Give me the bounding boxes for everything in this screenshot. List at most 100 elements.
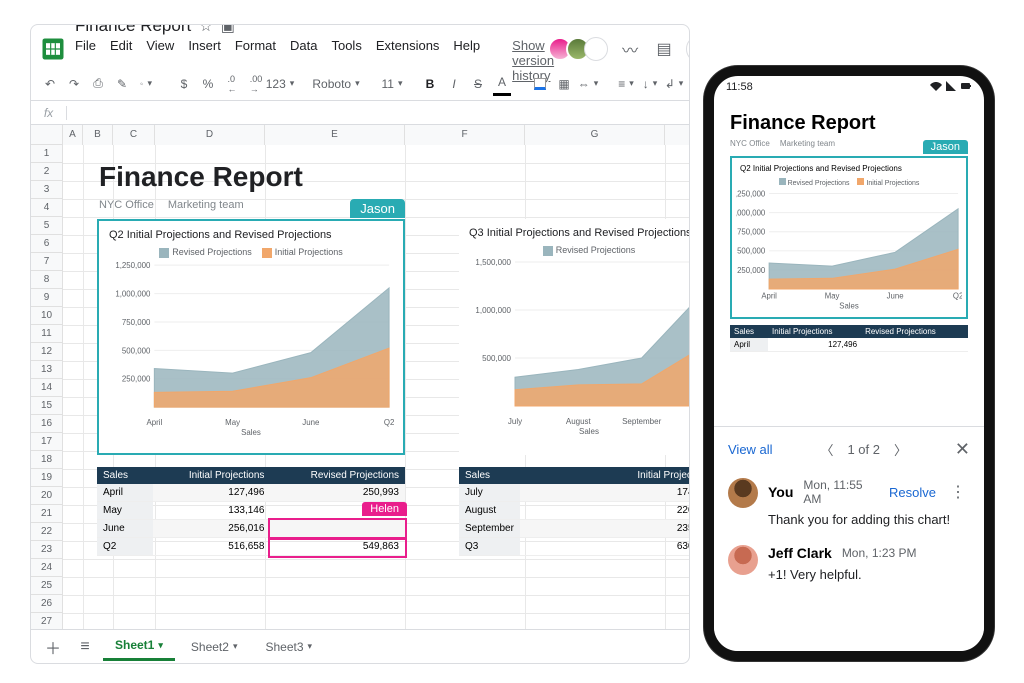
font-dropdown[interactable]: Roboto	[309, 72, 363, 96]
row-header-19[interactable]: 19	[31, 469, 63, 487]
svg-text:Sales: Sales	[241, 427, 261, 436]
row-header-17[interactable]: 17	[31, 433, 63, 451]
close-comments-icon[interactable]: ✕	[955, 439, 970, 460]
strike-button[interactable]: S	[469, 72, 487, 96]
formula-input[interactable]	[67, 101, 689, 124]
percent-button[interactable]: %	[199, 72, 217, 96]
h-align-button[interactable]: ≡	[617, 72, 635, 96]
row-header-1[interactable]: 1	[31, 145, 63, 163]
row-header-3[interactable]: 3	[31, 181, 63, 199]
row-header-22[interactable]: 22	[31, 523, 63, 541]
sheet-grid[interactable]: Finance Report NYC OfficeMarketing team …	[63, 145, 689, 629]
resolve-button[interactable]: Resolve	[889, 485, 936, 500]
svg-text:500,000: 500,000	[482, 354, 511, 363]
sheet-tab-2[interactable]: Sheet2▾	[179, 634, 250, 660]
col-header-F[interactable]: F	[405, 125, 525, 145]
row-header-26[interactable]: 26	[31, 595, 63, 613]
italic-button[interactable]: I	[445, 72, 463, 96]
row-header-12[interactable]: 12	[31, 343, 63, 361]
bold-button[interactable]: B	[421, 72, 439, 96]
svg-text:1,000,000: 1,000,000	[736, 209, 766, 218]
row-header-9[interactable]: 9	[31, 289, 63, 307]
q2-legend: Revised Projections Initial Projections	[99, 241, 403, 260]
row-header-15[interactable]: 15	[31, 397, 63, 415]
q2-table[interactable]: Sales Initial Projections Revised Projec…	[97, 467, 405, 556]
sheet-tab-3[interactable]: Sheet3▾	[253, 634, 324, 660]
activity-icon[interactable]: 〰	[618, 37, 642, 61]
col-header-B[interactable]: B	[83, 125, 113, 145]
svg-text:250,000: 250,000	[737, 266, 766, 275]
undo-icon[interactable]: ↶	[41, 72, 59, 96]
col-header-G[interactable]: G	[525, 125, 665, 145]
row-header-21[interactable]: 21	[31, 505, 63, 523]
comment-2: Jeff Clark Mon, 1:23 PM +1! Very helpful…	[728, 545, 970, 582]
row-header-24[interactable]: 24	[31, 559, 63, 577]
row-header-13[interactable]: 13	[31, 361, 63, 379]
dec-decrease-button[interactable]: .0←	[223, 72, 241, 96]
mobile-table[interactable]: SalesInitial ProjectionsRevised Projecti…	[730, 325, 968, 352]
sheets-window: Finance Report ☆ ▣ File Edit View Insert…	[30, 24, 690, 664]
comments-icon[interactable]: ▤	[652, 37, 676, 61]
wrap-button[interactable]: ↲	[665, 72, 683, 96]
print-icon[interactable]: ⎙	[89, 72, 107, 96]
comment-more-icon[interactable]: ⋮	[946, 482, 970, 502]
text-color-button[interactable]: A	[493, 72, 511, 96]
row-header-23[interactable]: 23	[31, 541, 63, 559]
v-align-button[interactable]: ↓	[641, 72, 659, 96]
dec-increase-button[interactable]: .00→	[247, 72, 265, 96]
paint-format-icon[interactable]: ✎	[113, 72, 131, 96]
svg-text:August: August	[566, 417, 592, 426]
sheet-tab-1[interactable]: Sheet1▾	[103, 632, 175, 661]
all-sheets-button[interactable]: ≡	[71, 633, 99, 661]
redo-icon[interactable]: ↷	[65, 72, 83, 96]
prev-comment-icon[interactable]: 〈	[820, 440, 833, 459]
move-to-drive-icon[interactable]: ▣	[221, 24, 235, 35]
row-header-16[interactable]: 16	[31, 415, 63, 433]
q2-chart[interactable]: Jason Q2 Initial Projections and Revised…	[97, 219, 405, 455]
formula-bar: fx	[31, 101, 689, 125]
zoom-dropdown[interactable]	[137, 72, 155, 96]
row-header-27[interactable]: 27	[31, 613, 63, 629]
row-header-14[interactable]: 14	[31, 379, 63, 397]
select-all-corner[interactable]	[31, 125, 63, 145]
comment-text: +1! Very helpful.	[768, 567, 970, 582]
row-header-25[interactable]: 25	[31, 577, 63, 595]
col-header-D[interactable]: D	[155, 125, 265, 145]
col-header-A[interactable]: A	[63, 125, 83, 145]
row-header-5[interactable]: 5	[31, 217, 63, 235]
row-header-11[interactable]: 11	[31, 325, 63, 343]
comment-author: You	[768, 484, 793, 500]
fill-color-button[interactable]	[531, 72, 549, 96]
row-header-4[interactable]: 4	[31, 199, 63, 217]
comment-time: Mon, 1:23 PM	[842, 546, 917, 560]
view-all-link[interactable]: View all	[728, 442, 773, 457]
row-header-10[interactable]: 10	[31, 307, 63, 325]
currency-button[interactable]: $	[175, 72, 193, 96]
borders-button[interactable]: ▦	[555, 72, 573, 96]
merge-button[interactable]: ⇔	[579, 72, 597, 96]
row-header-20[interactable]: 20	[31, 487, 63, 505]
meet-icon[interactable]	[686, 35, 690, 63]
number-format-dropdown[interactable]: 123	[271, 72, 289, 96]
svg-text:1,000,000: 1,000,000	[475, 306, 511, 315]
row-header-6[interactable]: 6	[31, 235, 63, 253]
col-header-C[interactable]: C	[113, 125, 155, 145]
toolbar-more-icon[interactable]: ⋯	[689, 72, 690, 96]
q2-chart-title: Q2 Initial Projections and Revised Proje…	[99, 221, 403, 241]
q3-chart[interactable]: Q3 Initial Projections and Revised Proje…	[459, 219, 689, 455]
q3-table[interactable]: Sales Initial Projections July174,753 Au…	[459, 467, 689, 556]
doc-title[interactable]: Finance Report	[75, 24, 191, 36]
row-header-2[interactable]: 2	[31, 163, 63, 181]
row-header-7[interactable]: 7	[31, 253, 63, 271]
svg-text:500,000: 500,000	[122, 346, 151, 355]
row-header-18[interactable]: 18	[31, 451, 63, 469]
collaborator-avatars[interactable]	[554, 37, 608, 61]
row-header-8[interactable]: 8	[31, 271, 63, 289]
svg-text:750,000: 750,000	[737, 228, 766, 237]
add-sheet-button[interactable]: ＋	[39, 633, 67, 661]
mobile-chart[interactable]: Jason Q2 Initial Projections and Revised…	[730, 156, 968, 319]
col-header-E[interactable]: E	[265, 125, 405, 145]
next-comment-icon[interactable]: 〉	[894, 440, 907, 459]
font-size-dropdown[interactable]: 11	[383, 72, 401, 96]
star-icon[interactable]: ☆	[199, 24, 212, 35]
